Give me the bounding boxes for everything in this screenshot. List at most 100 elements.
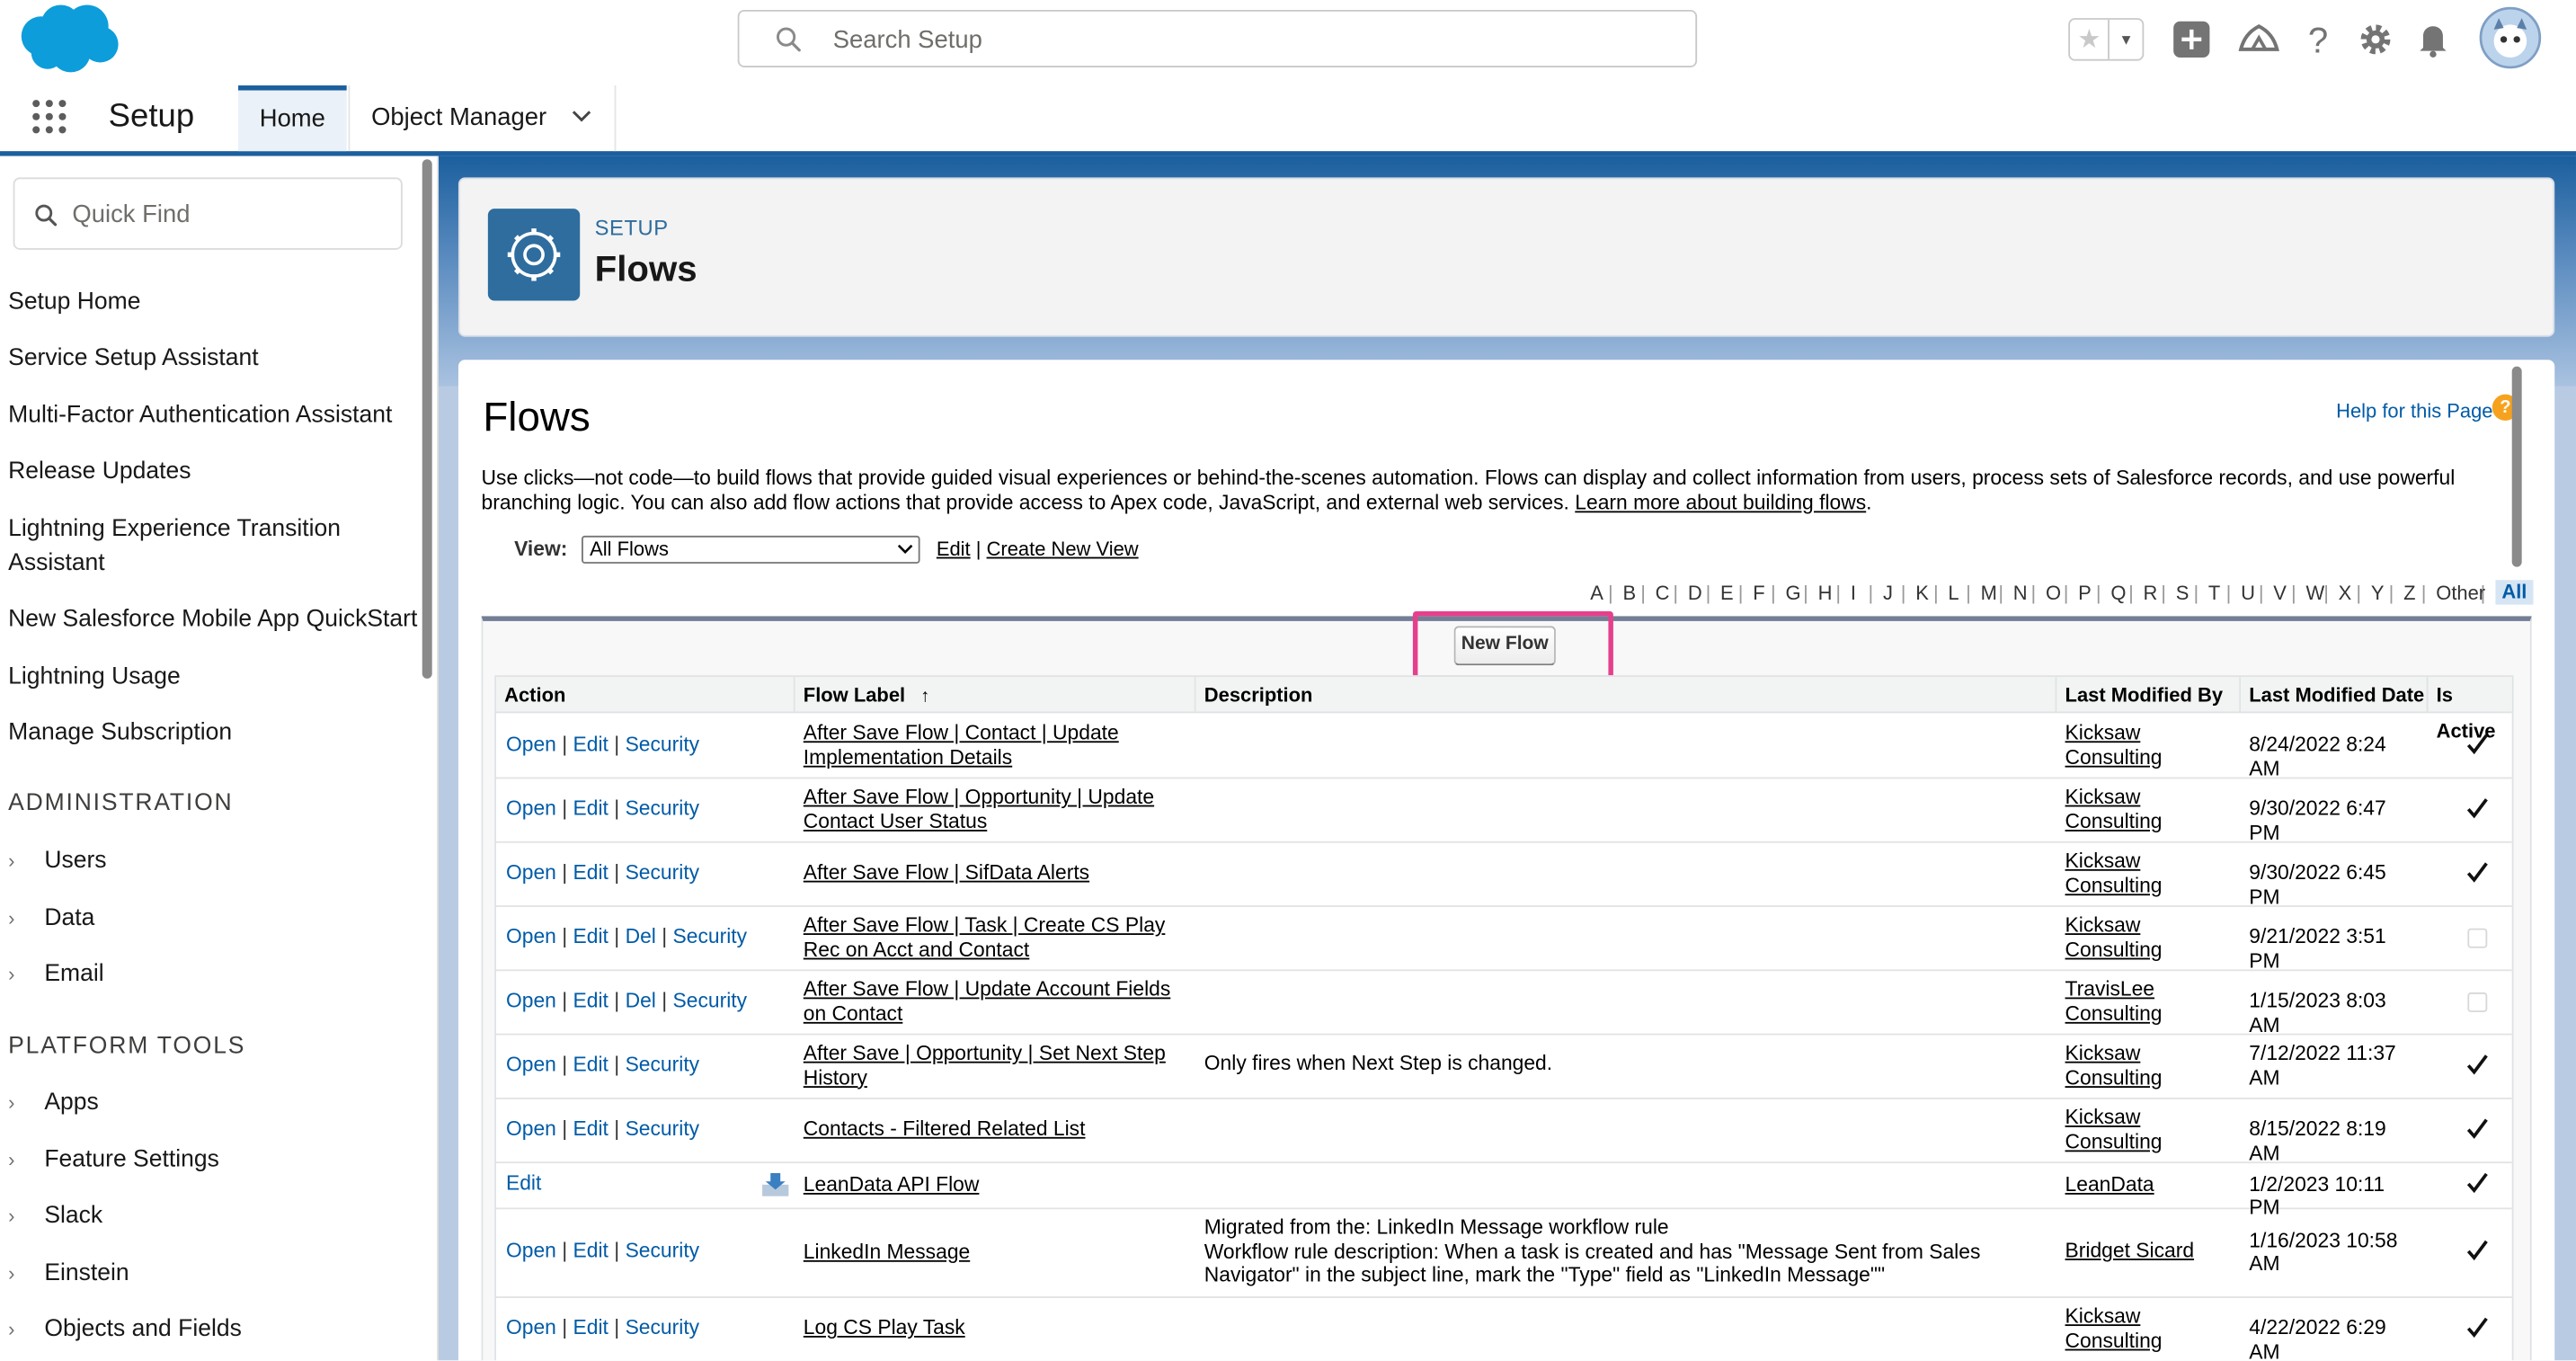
row-action-security-link[interactable]: Security bbox=[626, 796, 700, 820]
row-action-open-link[interactable]: Open bbox=[506, 988, 556, 1011]
favorites-control[interactable]: ★ ▼ bbox=[2068, 18, 2145, 61]
new-flow-button[interactable]: New Flow bbox=[1453, 626, 1556, 666]
alpha-filter-o[interactable]: O bbox=[2046, 582, 2061, 605]
row-action-edit-link[interactable]: Edit bbox=[506, 1171, 541, 1195]
sidebar-item-einstein[interactable]: › Einstein bbox=[8, 1260, 129, 1286]
sidebar-item-feature-settings[interactable]: › Feature Settings bbox=[8, 1147, 219, 1173]
alpha-filter-s[interactable]: S bbox=[2176, 582, 2190, 605]
sidebar-scrollbar[interactable] bbox=[422, 159, 432, 679]
flow-label-link[interactable]: After Save Flow | Update Account Fields … bbox=[804, 978, 1185, 1026]
last-modified-by-link[interactable]: Kicksaw Consulting bbox=[2065, 721, 2181, 769]
app-launcher-icon[interactable] bbox=[31, 99, 67, 135]
row-action-open-link[interactable]: Open bbox=[506, 732, 556, 755]
row-action-edit-link[interactable]: Edit bbox=[573, 1239, 608, 1262]
view-select[interactable]: All Flows bbox=[582, 535, 920, 564]
row-action-security-link[interactable]: Security bbox=[626, 860, 700, 884]
row-action-security-link[interactable]: Security bbox=[626, 732, 700, 755]
row-action-open-link[interactable]: Open bbox=[506, 924, 556, 947]
col-is-active[interactable]: Is Active bbox=[2428, 677, 2512, 743]
view-edit-link[interactable]: Edit bbox=[937, 538, 971, 561]
alpha-filter-w[interactable]: W bbox=[2305, 582, 2324, 605]
help-icon[interactable]: ? bbox=[2295, 16, 2341, 62]
sidebar-item-data[interactable]: › Data bbox=[8, 905, 94, 931]
sidebar-item-email[interactable]: › Email bbox=[8, 961, 103, 987]
col-last-modified-by[interactable]: Last Modified By bbox=[2056, 677, 2242, 714]
flow-label-link[interactable]: After Save Flow | Opportunity | Update C… bbox=[804, 786, 1185, 833]
last-modified-by-link[interactable]: Kicksaw Consulting bbox=[2065, 1042, 2181, 1090]
last-modified-by-link[interactable]: LeanData bbox=[2065, 1173, 2181, 1197]
flow-label-link[interactable]: After Save Flow | Task | Create CS Play … bbox=[804, 913, 1185, 961]
row-action-edit-link[interactable]: Edit bbox=[573, 732, 608, 755]
last-modified-by-link[interactable]: Kicksaw Consulting bbox=[2065, 1304, 2181, 1352]
gear-icon[interactable] bbox=[2352, 16, 2398, 62]
row-action-security-link[interactable]: Security bbox=[673, 924, 748, 947]
sidebar-item-lightning-usage[interactable]: Lightning Usage bbox=[8, 661, 181, 695]
sidebar-item-users[interactable]: › Users bbox=[8, 848, 106, 874]
row-action-open-link[interactable]: Open bbox=[506, 1116, 556, 1140]
row-action-open-link[interactable]: Open bbox=[506, 796, 556, 820]
row-action-edit-link[interactable]: Edit bbox=[573, 1116, 608, 1140]
row-action-del-link[interactable]: Del bbox=[626, 988, 656, 1011]
alpha-filter-y[interactable]: Y bbox=[2371, 582, 2385, 605]
alpha-filter-x[interactable]: X bbox=[2339, 582, 2352, 605]
row-action-del-link[interactable]: Del bbox=[626, 924, 656, 947]
last-modified-by-link[interactable]: TravisLee Consulting bbox=[2065, 978, 2181, 1026]
add-icon[interactable] bbox=[2169, 16, 2215, 62]
content-scrollbar[interactable] bbox=[2511, 366, 2522, 567]
alpha-filter-c[interactable]: C bbox=[1656, 582, 1670, 605]
global-search[interactable]: Search Setup bbox=[737, 9, 1698, 67]
quick-find-input[interactable]: Quick Find bbox=[13, 177, 403, 250]
flow-label-link[interactable]: After Save | Opportunity | Set Next Step… bbox=[804, 1042, 1185, 1090]
avatar[interactable] bbox=[2479, 6, 2542, 69]
sidebar-item-manage-subscription[interactable]: Manage Subscription bbox=[8, 716, 232, 751]
row-action-security-link[interactable]: Security bbox=[626, 1239, 700, 1262]
alpha-filter-a[interactable]: A bbox=[1590, 582, 1603, 605]
row-action-edit-link[interactable]: Edit bbox=[573, 988, 608, 1011]
flow-label-link[interactable]: LinkedIn Message bbox=[804, 1241, 1185, 1265]
row-action-edit-link[interactable]: Edit bbox=[573, 1315, 608, 1339]
sidebar-item-apps[interactable]: › Apps bbox=[8, 1090, 99, 1116]
row-action-edit-link[interactable]: Edit bbox=[573, 924, 608, 947]
alpha-filter-i[interactable]: I bbox=[1851, 582, 1856, 605]
col-flow-label[interactable]: Flow Label ↑ bbox=[795, 677, 1196, 714]
alpha-filter-p[interactable]: P bbox=[2078, 582, 2092, 605]
row-action-security-link[interactable]: Security bbox=[626, 1053, 700, 1076]
chevron-down-icon[interactable]: ▼ bbox=[2108, 19, 2143, 59]
alpha-filter-n[interactable]: N bbox=[2013, 582, 2028, 605]
flow-label-link[interactable]: Contacts - Filtered Related List bbox=[804, 1117, 1185, 1142]
alpha-filter-f[interactable]: F bbox=[1753, 582, 1764, 605]
col-last-modified-date[interactable]: Last Modified Date bbox=[2241, 677, 2429, 714]
row-action-open-link[interactable]: Open bbox=[506, 860, 556, 884]
last-modified-by-link[interactable]: Kicksaw Consulting bbox=[2065, 1106, 2181, 1153]
alpha-filter-other[interactable]: Other bbox=[2436, 582, 2485, 605]
flow-label-link[interactable]: After Save Flow | SifData Alerts bbox=[804, 861, 1185, 885]
alpha-filter-b[interactable]: B bbox=[1622, 582, 1636, 605]
row-action-open-link[interactable]: Open bbox=[506, 1239, 556, 1262]
row-action-security-link[interactable]: Security bbox=[673, 988, 748, 1011]
sidebar-item-mfa-assistant[interactable]: Multi-Factor Authentication Assistant bbox=[8, 399, 392, 433]
alpha-filter-l[interactable]: L bbox=[1948, 582, 1959, 605]
alpha-filter-u[interactable]: U bbox=[2241, 582, 2255, 605]
row-action-security-link[interactable]: Security bbox=[626, 1116, 700, 1140]
row-action-edit-link[interactable]: Edit bbox=[573, 860, 608, 884]
last-modified-by-link[interactable]: Kicksaw Consulting bbox=[2065, 850, 2181, 897]
alpha-filter-t[interactable]: T bbox=[2208, 582, 2220, 605]
sidebar-item-lightning-transition-assistant[interactable]: Lightning Experience Transition Assistan… bbox=[8, 512, 378, 582]
alpha-filter-r[interactable]: R bbox=[2144, 582, 2158, 605]
row-action-open-link[interactable]: Open bbox=[506, 1315, 556, 1339]
alpha-filter-m[interactable]: M bbox=[1981, 582, 1997, 605]
sidebar-item-setup-home[interactable]: Setup Home bbox=[8, 286, 140, 320]
salesforce-logo[interactable] bbox=[14, 4, 120, 76]
last-modified-by-link[interactable]: Kicksaw Consulting bbox=[2065, 913, 2181, 961]
alpha-filter-d[interactable]: D bbox=[1688, 582, 1702, 605]
last-modified-by-link[interactable]: Bridget Sicard bbox=[2065, 1239, 2230, 1263]
row-action-security-link[interactable]: Security bbox=[626, 1315, 700, 1339]
sidebar-item-mobile-quickstart[interactable]: New Salesforce Mobile App QuickStart bbox=[8, 603, 417, 637]
flow-label-link[interactable]: After Save Flow | Contact | Update Imple… bbox=[804, 721, 1185, 769]
last-modified-by-link[interactable]: Kicksaw Consulting bbox=[2065, 786, 2181, 833]
chevron-down-icon[interactable] bbox=[572, 110, 591, 123]
alpha-filter-g[interactable]: G bbox=[1785, 582, 1800, 605]
sidebar-item-service-setup-assistant[interactable]: Service Setup Assistant bbox=[8, 342, 258, 376]
alpha-filter-q[interactable]: Q bbox=[2110, 582, 2126, 605]
sidebar-item-release-updates[interactable]: Release Updates bbox=[8, 455, 191, 489]
